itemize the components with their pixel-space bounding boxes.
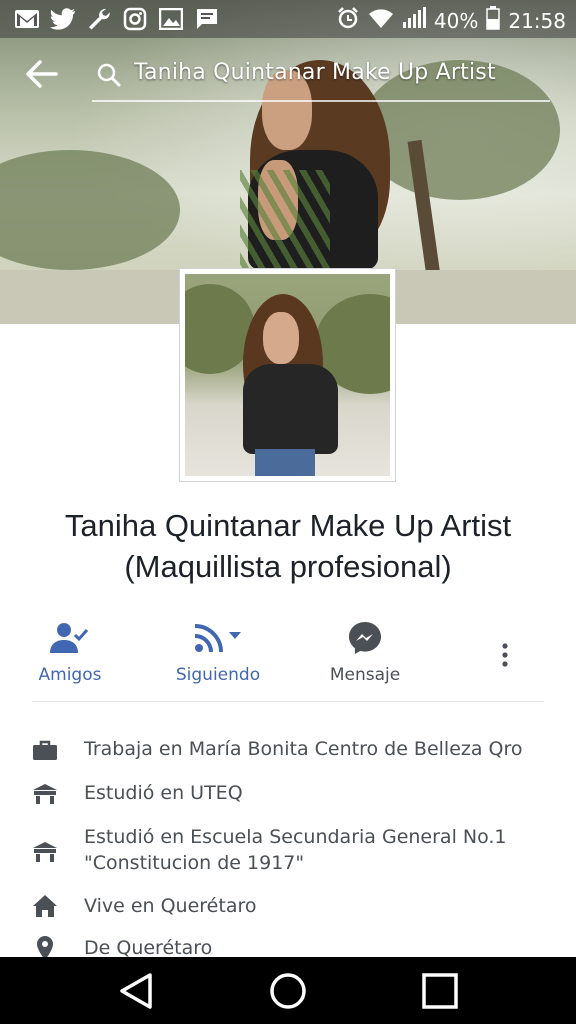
- profile-name-line2: (Maquillista profesional): [124, 549, 452, 584]
- profile-picture[interactable]: [179, 268, 396, 482]
- following-button[interactable]: Siguiendo: [158, 615, 278, 695]
- message-label: Mensaje: [329, 665, 401, 685]
- twitter-icon: [50, 6, 76, 32]
- wifi-icon: [368, 7, 394, 34]
- friends-button[interactable]: Amigos: [10, 615, 130, 695]
- photo-face: [263, 312, 299, 364]
- divider: [32, 701, 544, 702]
- wrench-icon: [86, 6, 112, 32]
- profile-photo: [185, 274, 390, 476]
- back-button[interactable]: [24, 58, 64, 94]
- nav-home-button[interactable]: [268, 971, 308, 1011]
- search-query: Taniha Quintanar Make Up Artist: [134, 60, 496, 85]
- school-icon: [32, 782, 58, 808]
- signal-icon: [402, 7, 426, 34]
- nav-home-icon: [268, 973, 308, 1015]
- intro-item-text: Trabaja en María Bonita Centro de Bellez…: [84, 738, 523, 760]
- battery-icon: [486, 6, 501, 35]
- chevron-down-icon: [228, 621, 242, 657]
- home-icon: [32, 894, 58, 920]
- intro-item-text: Vive en Querétaro: [84, 895, 257, 917]
- school-icon: [32, 840, 58, 866]
- top-toolbar: Taniha Quintanar Make Up Artist: [0, 38, 576, 108]
- nav-recents-button[interactable]: [420, 971, 460, 1011]
- following-label: Siguiendo: [175, 665, 261, 685]
- status-bar: 40% 21:58: [0, 0, 576, 38]
- intro-item-text: Estudió en UTEQ: [84, 782, 243, 804]
- gallery-icon: [158, 6, 184, 32]
- search-icon: [96, 62, 122, 88]
- back-arrow-icon: [24, 60, 60, 94]
- messenger-icon: [348, 621, 382, 657]
- more-options-button[interactable]: [490, 637, 520, 677]
- gmail-icon: [14, 6, 40, 32]
- briefcase-icon: [32, 738, 58, 764]
- profile-action-bar: Amigos Siguiendo Mensaje: [0, 615, 576, 700]
- profile-name: Taniha Quintanar Make Up Artist (Maquill…: [0, 505, 576, 587]
- message-icon: [194, 6, 220, 32]
- intro-item-text: Estudió en Escuela Secundaria General No…: [84, 826, 507, 874]
- navigation-bar: [0, 957, 576, 1024]
- more-vertical-icon: [490, 643, 520, 681]
- friend-check-icon: [48, 621, 92, 657]
- nav-back-button[interactable]: [116, 971, 156, 1011]
- message-button[interactable]: Mensaje: [305, 615, 425, 695]
- battery-level: 40%: [433, 8, 479, 33]
- friends-label: Amigos: [38, 665, 102, 685]
- search-bar[interactable]: Taniha Quintanar Make Up Artist: [92, 52, 550, 102]
- nav-recents-icon: [420, 973, 460, 1015]
- photo-jeans: [255, 449, 315, 476]
- profile-name-line1: Taniha Quintanar Make Up Artist: [64, 508, 512, 543]
- instagram-icon: [122, 6, 148, 32]
- alarm-icon: [336, 6, 360, 35]
- rss-feed-icon: [194, 621, 224, 657]
- photo-jacket: [243, 364, 338, 454]
- clock: 21:58: [508, 8, 566, 33]
- nav-back-icon: [116, 973, 156, 1015]
